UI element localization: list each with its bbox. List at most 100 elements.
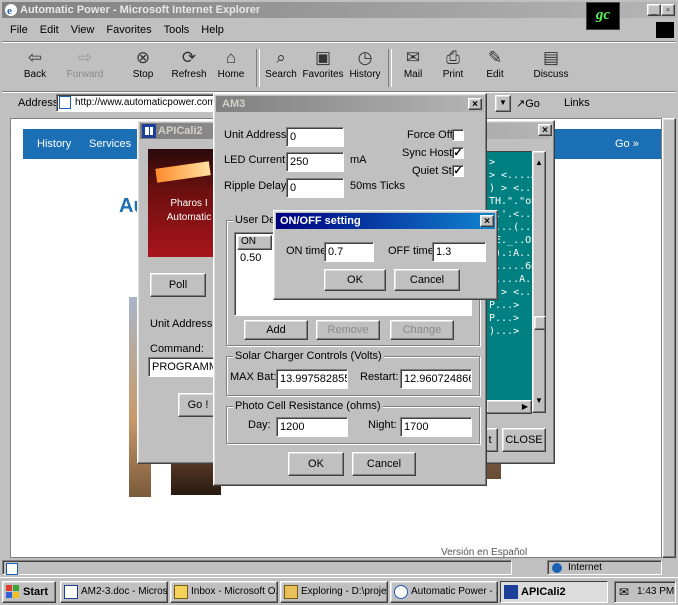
history-button[interactable]: ◷ History (344, 47, 386, 87)
stop-button[interactable]: ⊗ Stop (122, 47, 164, 87)
edit-button[interactable]: ✎ Edit (474, 47, 516, 87)
add-button[interactable]: Add (244, 320, 308, 340)
tray-mail-icon[interactable]: ✉ (619, 586, 629, 598)
home-button[interactable]: ⌂ Home (210, 47, 252, 87)
off-time-input[interactable]: 1.3 (432, 242, 486, 262)
ripple-delay-input[interactable]: 0 (286, 178, 344, 198)
force-off-label: Force Off (407, 129, 453, 141)
search-button[interactable]: ⌕ Search (260, 47, 302, 87)
unit-address-input[interactable]: 0 (286, 127, 344, 147)
svg-text:e: e (7, 5, 12, 17)
solar-charger-title: Solar Charger Controls (Volts) (233, 350, 384, 362)
apicali-command-label: Command: (150, 343, 204, 355)
version-link[interactable]: Versión en Español (441, 547, 527, 557)
start-button[interactable]: Start (2, 581, 56, 603)
task-apicali2[interactable]: APICali2 (500, 581, 608, 603)
task-word-doc[interactable]: AM2-3.doc - Micros... (60, 581, 168, 603)
night-input[interactable]: 1700 (400, 417, 472, 437)
web-go-link[interactable]: Go » (615, 138, 639, 150)
nav-services[interactable]: Services (89, 138, 131, 150)
browser-title-bar[interactable]: e Automatic Power - Microsoft Internet E… (2, 2, 676, 18)
refresh-button[interactable]: ⟳ Refresh (168, 47, 210, 87)
onoff-ok-button[interactable]: OK (324, 269, 386, 291)
task-automatic-power[interactable]: Automatic Power - ... (390, 581, 498, 603)
mail-icon: ✉ (405, 48, 421, 67)
led-current-input[interactable]: 250 (286, 152, 344, 172)
am3-ok-button[interactable]: OK (288, 452, 344, 476)
scroll-up-icon: ▲ (535, 158, 543, 167)
change-button[interactable]: Change (390, 320, 454, 340)
command-input[interactable]: PROGRAMMIN (148, 357, 216, 377)
led-current-label: LED Current: (224, 154, 289, 166)
scroll-thumb[interactable] (534, 316, 546, 330)
restart-input[interactable]: 12.960724866 (400, 369, 472, 389)
onoff-close-x-button[interactable]: × (480, 215, 494, 227)
am3-cancel-button[interactable]: Cancel (352, 452, 416, 476)
discuss-button[interactable]: ▤ Discuss (526, 47, 576, 87)
quiet-st-label: Quiet St (412, 165, 452, 177)
remove-button[interactable]: Remove (316, 320, 380, 340)
outlook-icon (174, 585, 188, 599)
terminal-scrollbar[interactable]: ▲ ▼ (532, 151, 546, 413)
status-page-icon (6, 563, 18, 575)
apicali-app-icon (142, 124, 156, 138)
am3-title: AM3 (222, 98, 246, 110)
restore-button[interactable]: ▫ (661, 4, 675, 16)
on-time-input[interactable]: 0.7 (324, 242, 374, 262)
forward-button[interactable]: ⇨ Forward (64, 47, 106, 87)
ie-icon: e (4, 3, 18, 17)
list-item[interactable]: 0.50 (240, 252, 261, 264)
apicali-go-button[interactable]: Go ! (178, 393, 218, 417)
terminal-hscrollbar[interactable]: ▶ (486, 400, 532, 414)
menu-divider (2, 41, 676, 43)
explorer-icon (284, 585, 298, 599)
force-off-checkbox[interactable] (452, 129, 464, 141)
unit-address-label: Unit Address: (224, 129, 290, 141)
apicali-close-button[interactable]: CLOSE (502, 428, 546, 452)
back-button[interactable]: ⇦ Back (14, 47, 56, 87)
print-button[interactable]: ⎙ Print (432, 47, 474, 87)
address-input[interactable]: http://www.automaticpower.com/ (56, 94, 216, 112)
browser-title: Automatic Power - Microsoft Internet Exp… (20, 4, 261, 16)
address-label: Address (18, 97, 59, 109)
menu-tools[interactable]: Tools (158, 21, 196, 39)
poll-button[interactable]: Poll (150, 273, 206, 297)
menu-favorites[interactable]: Favorites (100, 21, 157, 39)
discuss-icon: ▤ (542, 48, 560, 67)
day-label: Day: (248, 419, 271, 431)
status-bar: Internet (2, 560, 676, 576)
menu-edit[interactable]: Edit (34, 21, 65, 39)
address-dropdown-button[interactable]: ▼ (495, 95, 511, 112)
quiet-st-checkbox[interactable]: ✓ (452, 165, 464, 177)
status-zone: Internet (568, 562, 602, 573)
menu-view[interactable]: View (65, 21, 101, 39)
list-header-on[interactable]: ON (237, 235, 272, 250)
menu-help[interactable]: Help (195, 21, 230, 39)
am3-title-bar[interactable]: AM3 (216, 96, 484, 112)
task-exploring[interactable]: Exploring - D:\proje... (280, 581, 388, 603)
minimize-button[interactable]: _ (647, 4, 661, 16)
max-bat-input[interactable]: 13.997582855 (276, 369, 348, 389)
apicali-close-x-button[interactable]: × (538, 124, 552, 136)
mail-button[interactable]: ✉ Mail (392, 47, 434, 87)
status-zone-pane: Internet (547, 560, 662, 575)
web-vertical-scrollbar[interactable] (662, 118, 676, 558)
globe-icon (552, 563, 562, 573)
menu-file[interactable]: File (4, 21, 34, 39)
edit-icon: ✎ (487, 48, 503, 67)
led-current-unit: mA (350, 154, 367, 166)
go-button[interactable]: ↗Go (516, 97, 540, 110)
taskbar: Start AM2-3.doc - Micros... Inbox - Micr… (0, 577, 678, 605)
links-label[interactable]: Links (564, 97, 590, 109)
onoff-title-bar[interactable]: ON/OFF setting (276, 213, 495, 229)
am3-close-x-button[interactable]: × (468, 98, 482, 110)
nav-history[interactable]: History (37, 138, 71, 150)
start-label: Start (23, 586, 49, 598)
day-input[interactable]: 1200 (276, 417, 348, 437)
sync-host-checkbox[interactable]: ✓ (452, 147, 464, 159)
clock: 1:43 PM (637, 586, 675, 597)
favorites-button[interactable]: ▣ Favorites (302, 47, 344, 87)
task-outlook-inbox[interactable]: Inbox - Microsoft O... (170, 581, 278, 603)
onoff-cancel-button[interactable]: Cancel (394, 269, 460, 291)
windows-flag-icon (656, 22, 674, 38)
